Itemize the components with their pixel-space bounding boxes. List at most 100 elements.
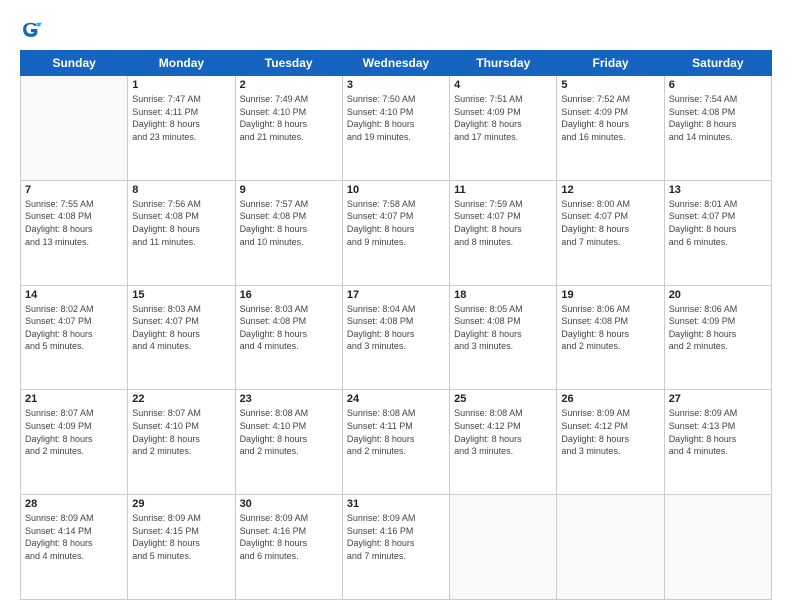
- day-number: 29: [132, 498, 230, 510]
- day-number: 8: [132, 184, 230, 196]
- day-info: Sunrise: 8:09 AM Sunset: 4:12 PM Dayligh…: [561, 407, 659, 457]
- day-number: 19: [561, 289, 659, 301]
- calendar-cell: 13 Sunrise: 8:01 AM Sunset: 4:07 PM Dayli…: [664, 180, 771, 285]
- day-info: Sunrise: 8:06 AM Sunset: 4:08 PM Dayligh…: [561, 303, 659, 353]
- calendar-header-row: SundayMondayTuesdayWednesdayThursdayFrid…: [21, 51, 772, 76]
- day-info: Sunrise: 7:55 AM Sunset: 4:08 PM Dayligh…: [25, 198, 123, 248]
- day-number: 24: [347, 393, 445, 405]
- calendar-cell: 27Sunrise: 8:09 AM Sunset: 4:13 PM Dayli…: [664, 390, 771, 495]
- day-info: Sunrise: 8:09 AM Sunset: 4:15 PM Dayligh…: [132, 512, 230, 562]
- day-number: 11: [454, 184, 552, 196]
- day-number: 20: [669, 289, 767, 301]
- calendar-cell: 30 Sunrise: 8:09 AM Sunset: 4:16 PM Dayli…: [235, 495, 342, 600]
- calendar-cell: 16 Sunrise: 8:03 AM Sunset: 4:08 PM Dayli…: [235, 285, 342, 390]
- calendar-cell: 25 Sunrise: 8:08 AM Sunset: 4:12 PM Dayli…: [450, 390, 557, 495]
- day-info: Sunrise: 8:09 AM Sunset: 4:16 PM Dayligh…: [347, 512, 445, 562]
- calendar-week-3: 21 Sunrise: 8:07 AM Sunset: 4:09 PM Dayli…: [21, 390, 772, 495]
- calendar-header-monday: Monday: [128, 51, 235, 76]
- day-info: Sunrise: 7:59 AM Sunset: 4:07 PM Dayligh…: [454, 198, 552, 248]
- calendar-table: SundayMondayTuesdayWednesdayThursdayFrid…: [20, 50, 772, 600]
- calendar-cell: 14 Sunrise: 8:02 AM Sunset: 4:07 PM Dayli…: [21, 285, 128, 390]
- calendar-week-2: 14 Sunrise: 8:02 AM Sunset: 4:07 PM Dayli…: [21, 285, 772, 390]
- day-number: 21: [25, 393, 123, 405]
- day-number: 2: [240, 79, 338, 91]
- calendar-cell: 23 Sunrise: 8:08 AM Sunset: 4:10 PM Dayli…: [235, 390, 342, 495]
- calendar-cell: 5Sunrise: 7:52 AM Sunset: 4:09 PM Daylig…: [557, 76, 664, 181]
- day-number: 28: [25, 498, 123, 510]
- calendar-header-wednesday: Wednesday: [342, 51, 449, 76]
- day-info: Sunrise: 8:03 AM Sunset: 4:08 PM Dayligh…: [240, 303, 338, 353]
- day-number: 30: [240, 498, 338, 510]
- calendar-cell: 18Sunrise: 8:05 AM Sunset: 4:08 PM Dayli…: [450, 285, 557, 390]
- calendar-week-0: 1 Sunrise: 7:47 AM Sunset: 4:11 PM Daylig…: [21, 76, 772, 181]
- day-info: Sunrise: 8:01 AM Sunset: 4:07 PM Dayligh…: [669, 198, 767, 248]
- calendar-cell: 29 Sunrise: 8:09 AM Sunset: 4:15 PM Dayli…: [128, 495, 235, 600]
- day-info: Sunrise: 7:54 AM Sunset: 4:08 PM Dayligh…: [669, 93, 767, 143]
- calendar-cell: 22 Sunrise: 8:07 AM Sunset: 4:10 PM Dayli…: [128, 390, 235, 495]
- day-info: Sunrise: 8:02 AM Sunset: 4:07 PM Dayligh…: [25, 303, 123, 353]
- calendar-cell: 9 Sunrise: 7:57 AM Sunset: 4:08 PM Daylig…: [235, 180, 342, 285]
- header: [20, 18, 772, 40]
- logo-icon: [20, 18, 42, 40]
- day-info: Sunrise: 7:57 AM Sunset: 4:08 PM Dayligh…: [240, 198, 338, 248]
- day-number: 25: [454, 393, 552, 405]
- day-number: 13: [669, 184, 767, 196]
- day-number: 6: [669, 79, 767, 91]
- day-info: Sunrise: 8:04 AM Sunset: 4:08 PM Dayligh…: [347, 303, 445, 353]
- logo: [20, 18, 46, 40]
- calendar-cell: 20 Sunrise: 8:06 AM Sunset: 4:09 PM Dayli…: [664, 285, 771, 390]
- day-number: 1: [132, 79, 230, 91]
- day-info: Sunrise: 8:08 AM Sunset: 4:12 PM Dayligh…: [454, 407, 552, 457]
- calendar-cell: [21, 76, 128, 181]
- calendar-header-tuesday: Tuesday: [235, 51, 342, 76]
- calendar-header-friday: Friday: [557, 51, 664, 76]
- calendar-header-sunday: Sunday: [21, 51, 128, 76]
- day-number: 10: [347, 184, 445, 196]
- day-info: Sunrise: 8:07 AM Sunset: 4:09 PM Dayligh…: [25, 407, 123, 457]
- calendar-header-thursday: Thursday: [450, 51, 557, 76]
- calendar-cell: 3 Sunrise: 7:50 AM Sunset: 4:10 PM Daylig…: [342, 76, 449, 181]
- calendar-cell: 12 Sunrise: 8:00 AM Sunset: 4:07 PM Dayli…: [557, 180, 664, 285]
- calendar-cell: 26 Sunrise: 8:09 AM Sunset: 4:12 PM Dayli…: [557, 390, 664, 495]
- day-info: Sunrise: 8:08 AM Sunset: 4:11 PM Dayligh…: [347, 407, 445, 457]
- day-number: 9: [240, 184, 338, 196]
- day-number: 17: [347, 289, 445, 301]
- day-number: 16: [240, 289, 338, 301]
- day-info: Sunrise: 8:00 AM Sunset: 4:07 PM Dayligh…: [561, 198, 659, 248]
- day-number: 5: [561, 79, 659, 91]
- calendar-cell: 31 Sunrise: 8:09 AM Sunset: 4:16 PM Dayli…: [342, 495, 449, 600]
- calendar-cell: 4Sunrise: 7:51 AM Sunset: 4:09 PM Daylig…: [450, 76, 557, 181]
- day-info: Sunrise: 8:08 AM Sunset: 4:10 PM Dayligh…: [240, 407, 338, 457]
- calendar-cell: 1 Sunrise: 7:47 AM Sunset: 4:11 PM Daylig…: [128, 76, 235, 181]
- calendar-week-4: 28 Sunrise: 8:09 AM Sunset: 4:14 PM Dayli…: [21, 495, 772, 600]
- calendar-cell: 7Sunrise: 7:55 AM Sunset: 4:08 PM Daylig…: [21, 180, 128, 285]
- calendar-cell: 8Sunrise: 7:56 AM Sunset: 4:08 PM Daylig…: [128, 180, 235, 285]
- day-info: Sunrise: 7:58 AM Sunset: 4:07 PM Dayligh…: [347, 198, 445, 248]
- day-number: 15: [132, 289, 230, 301]
- calendar-cell: 28 Sunrise: 8:09 AM Sunset: 4:14 PM Dayli…: [21, 495, 128, 600]
- day-number: 31: [347, 498, 445, 510]
- day-number: 22: [132, 393, 230, 405]
- day-number: 27: [669, 393, 767, 405]
- day-number: 12: [561, 184, 659, 196]
- calendar-cell: 21 Sunrise: 8:07 AM Sunset: 4:09 PM Dayli…: [21, 390, 128, 495]
- calendar-cell: 11 Sunrise: 7:59 AM Sunset: 4:07 PM Dayli…: [450, 180, 557, 285]
- day-info: Sunrise: 7:50 AM Sunset: 4:10 PM Dayligh…: [347, 93, 445, 143]
- day-number: 3: [347, 79, 445, 91]
- day-info: Sunrise: 8:03 AM Sunset: 4:07 PM Dayligh…: [132, 303, 230, 353]
- day-info: Sunrise: 7:47 AM Sunset: 4:11 PM Dayligh…: [132, 93, 230, 143]
- day-info: Sunrise: 8:07 AM Sunset: 4:10 PM Dayligh…: [132, 407, 230, 457]
- calendar-cell: [557, 495, 664, 600]
- day-info: Sunrise: 8:09 AM Sunset: 4:14 PM Dayligh…: [25, 512, 123, 562]
- day-number: 26: [561, 393, 659, 405]
- day-number: 18: [454, 289, 552, 301]
- calendar-cell: 19 Sunrise: 8:06 AM Sunset: 4:08 PM Dayli…: [557, 285, 664, 390]
- day-info: Sunrise: 8:06 AM Sunset: 4:09 PM Dayligh…: [669, 303, 767, 353]
- day-number: 14: [25, 289, 123, 301]
- day-info: Sunrise: 7:49 AM Sunset: 4:10 PM Dayligh…: [240, 93, 338, 143]
- day-number: 23: [240, 393, 338, 405]
- calendar-cell: [664, 495, 771, 600]
- day-info: Sunrise: 7:51 AM Sunset: 4:09 PM Dayligh…: [454, 93, 552, 143]
- day-info: Sunrise: 8:09 AM Sunset: 4:16 PM Dayligh…: [240, 512, 338, 562]
- calendar-week-1: 7Sunrise: 7:55 AM Sunset: 4:08 PM Daylig…: [21, 180, 772, 285]
